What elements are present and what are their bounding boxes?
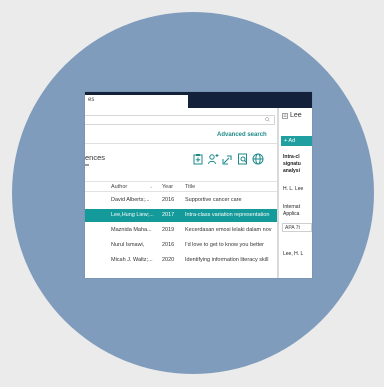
pdf-search-icon[interactable] <box>237 153 249 165</box>
app-window: es Advanced search ences Author ⌄ Year T… <box>85 92 312 278</box>
cell-author: Micah J. Waltz;... <box>111 257 153 263</box>
detail-heading-line: signatu <box>283 161 301 167</box>
reference-icon <box>282 113 288 119</box>
column-year[interactable]: Year <box>162 184 178 190</box>
table-row-selected[interactable]: Lee,Hung Liew;... 2017 Intra-class varia… <box>85 209 277 222</box>
add-reference-icon[interactable] <box>192 153 204 165</box>
table-header: Author ⌄ Year Title <box>85 181 277 192</box>
library-subtitle <box>85 164 89 166</box>
detail-heading-line: Intra-cl <box>283 154 300 160</box>
table-row[interactable]: Maznida Maha... 2019 Kecerdasan emosi le… <box>85 224 277 237</box>
add-button-label: + Ad <box>284 137 296 144</box>
export-icon[interactable] <box>222 153 234 165</box>
library-title: ences <box>85 153 106 162</box>
cell-author: David Alberts;... <box>111 197 150 203</box>
citation-style-value: APA 7t <box>285 225 300 231</box>
detail-authors: H. L. Lee <box>283 186 304 192</box>
cell-year: 2017 <box>162 212 175 218</box>
advanced-search-link[interactable]: Advanced search <box>217 132 267 138</box>
cell-author: Nurul Ismawi, <box>111 242 145 248</box>
citation-style-select[interactable]: APA 7t <box>282 223 312 232</box>
add-user-icon[interactable] <box>207 153 219 165</box>
search-icon <box>265 117 270 122</box>
globe-icon[interactable] <box>252 153 264 165</box>
cell-title: Supportive cancer care <box>185 197 242 203</box>
column-title[interactable]: Title <box>185 184 277 190</box>
cell-title: Kecerdasan emosi lelaki dalam nov <box>185 227 272 233</box>
cell-author: Lee,Hung Liew;... <box>111 212 154 218</box>
cell-year: 2019 <box>162 227 175 233</box>
divider <box>85 143 277 144</box>
cell-year: 2016 <box>162 242 175 248</box>
cell-author: Maznida Maha... <box>111 227 152 233</box>
cell-title: Identifying information literacy skill <box>185 257 269 263</box>
search-input[interactable] <box>85 115 275 125</box>
pane-splitter[interactable] <box>277 108 279 278</box>
cell-year: 2016 <box>162 197 175 203</box>
cell-title: I'd love to get to know you better <box>185 242 265 248</box>
detail-title: Lee <box>290 112 302 119</box>
cell-year: 2020 <box>162 257 175 263</box>
detail-heading-line: analysi <box>283 168 300 174</box>
detail-journal-line: Internat <box>283 204 300 210</box>
tab-label: es <box>88 97 95 103</box>
table-row[interactable]: David Alberts;... 2016 Supportive cancer… <box>85 194 277 207</box>
detail-journal-line: Applica <box>283 211 300 217</box>
toolbar <box>192 153 264 165</box>
table-row[interactable]: Micah J. Waltz;... 2020 Identifying info… <box>85 254 277 267</box>
table-row[interactable]: Nurul Ismawi, 2016 I'd love to get to kn… <box>85 239 277 252</box>
add-button[interactable]: + Ad <box>281 136 312 146</box>
sort-chevron-icon[interactable]: ⌄ <box>149 184 153 190</box>
cell-title: Intra-class variation representation <box>185 212 270 218</box>
library-tab[interactable]: es <box>85 95 188 108</box>
citation-preview: Lee, H. L <box>283 251 304 257</box>
